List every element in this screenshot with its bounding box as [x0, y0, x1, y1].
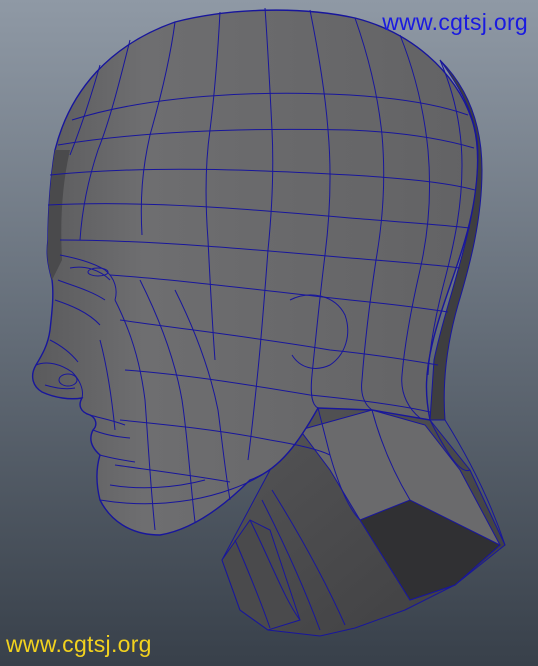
3d-viewport[interactable]: www.cgtsj.org www.cgtsj.org: [0, 0, 538, 666]
watermark-bottom-left: www.cgtsj.org: [6, 631, 152, 657]
head-wireframe-model[interactable]: [0, 0, 538, 666]
watermark-top-right: www.cgtsj.org: [382, 9, 528, 35]
